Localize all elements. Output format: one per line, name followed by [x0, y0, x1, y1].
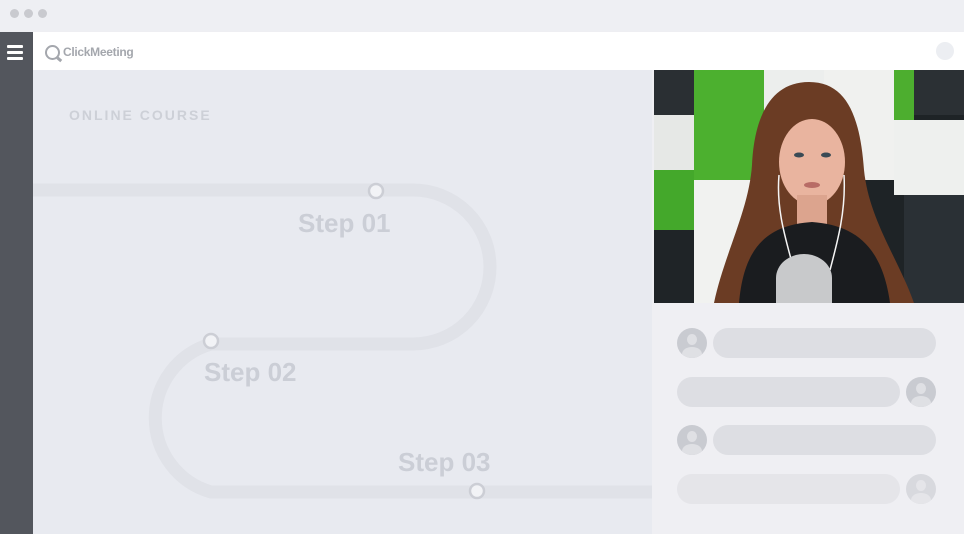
window-dot-close[interactable] [10, 9, 19, 18]
chat-message [677, 377, 900, 407]
window-dot-minimize[interactable] [24, 9, 33, 18]
presenter-video[interactable] [654, 70, 964, 303]
clickmeeting-logo[interactable]: ClickMeeting [45, 43, 134, 61]
logo-text: ClickMeeting [63, 45, 134, 59]
menu-icon[interactable] [7, 45, 23, 60]
app-header: ClickMeeting [33, 32, 964, 70]
step-marker-3 [468, 482, 486, 500]
window-titlebar [0, 0, 964, 32]
user-avatar[interactable] [936, 42, 954, 60]
chat-avatar [906, 474, 936, 504]
chat-avatar [677, 425, 707, 455]
chat-message [713, 425, 936, 455]
chat-message [677, 474, 900, 504]
window-dot-maximize[interactable] [38, 9, 47, 18]
step-label: Step 02 [204, 357, 297, 387]
chat-avatar [677, 328, 707, 358]
step-marker-1 [367, 182, 385, 200]
step-marker-2 [202, 332, 220, 350]
chat-avatar [906, 377, 936, 407]
logo-icon [45, 44, 60, 60]
step-label: Step 01 [298, 208, 391, 238]
chat-message [713, 328, 936, 358]
step-label: Step 03 [398, 447, 491, 477]
sidebar [0, 32, 33, 534]
presenter-video-frame [654, 70, 964, 303]
